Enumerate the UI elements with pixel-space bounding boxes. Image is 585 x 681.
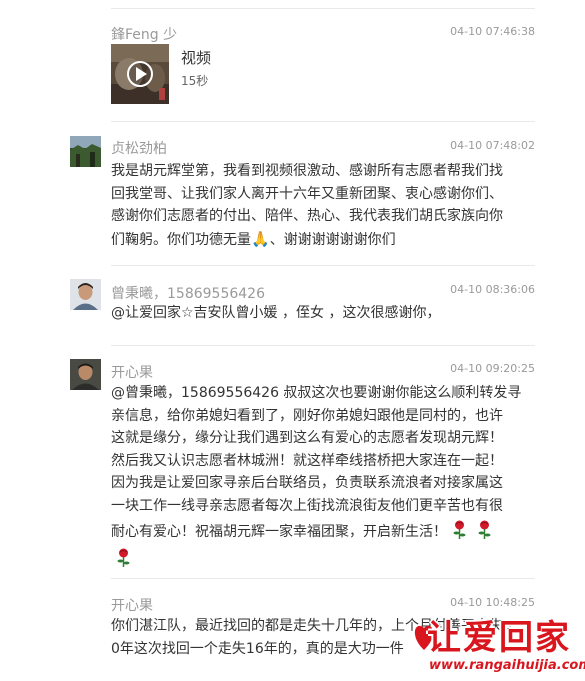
divider <box>111 345 535 346</box>
play-icon <box>127 61 153 87</box>
author-name[interactable]: 开心果 <box>111 362 153 382</box>
timestamp: 04-10 07:48:02 <box>450 139 535 152</box>
timestamp: 04-10 09:20:25 <box>450 362 535 375</box>
timestamp: 04-10 08:36:06 <box>450 283 535 296</box>
message-line: 们鞠躬。你们功德无量🙏、谢谢谢谢谢谢你们 <box>111 228 541 252</box>
author-name[interactable]: 贞松劲柏 <box>111 138 167 158</box>
avatar[interactable] <box>70 136 101 167</box>
message-line: 亲信息，给你弟媳妇看到了，刚好你弟媳妇跟他是同村的，也许 <box>111 407 503 424</box>
avatar[interactable] <box>70 279 101 310</box>
message-line: @让爱回家☆吉安队曾小媛 ，侄女 ，这次很感谢你， <box>111 305 441 321</box>
divider <box>111 265 535 266</box>
divider <box>111 578 535 579</box>
message-line <box>111 548 541 572</box>
message-line: 然后我又认识志愿者林城洲！就这样牵线搭桥把大家连在一起！ <box>111 452 503 469</box>
message-line: @曾秉曦，15869556426 叔叔这次也要谢谢你能这么顺利转发寻 <box>111 385 522 401</box>
video-thumbnail[interactable] <box>111 44 169 104</box>
message-line: 一块工作一线寻亲志愿者每次上街找流浪街友他们更辛苦也有很 <box>111 497 503 514</box>
author-name[interactable]: 曾秉曦，15869556426 <box>111 283 265 303</box>
timestamp: 04-10 07:46:38 <box>450 25 535 38</box>
watermark-url: www.rangaihuijia.com <box>429 658 585 673</box>
watermark-title: 让爱回家 <box>427 618 571 658</box>
message-line-text: 、谢谢谢谢谢谢你们 <box>269 231 396 248</box>
watermark: 让爱回家 www.rangaihuijia.com <box>413 612 585 681</box>
rose-icon <box>453 520 466 539</box>
divider <box>111 121 535 122</box>
avatar[interactable] <box>70 359 101 390</box>
timestamp: 04-10 10:48:25 <box>450 596 535 609</box>
video-title[interactable]: 视频 <box>181 47 211 68</box>
message-line: 感谢你们志愿者的付出、陪伴、热心、我代表我们胡氏家族向你 <box>111 208 503 224</box>
message-line: 我是胡元辉堂第，我看到视频很激动、感谢所有志愿者帮我们找 <box>111 163 503 179</box>
divider <box>111 8 535 9</box>
message-line: 因为我是让爱回家寻亲后台联络员，负责联系流浪者对接家属这 <box>111 475 503 491</box>
video-duration: 15秒 <box>181 74 209 88</box>
author-name[interactable]: 鋒Feng 少 <box>111 24 177 44</box>
rose-icon <box>117 548 130 567</box>
message-text: 我是胡元辉堂第，我看到视频很激动、感谢所有志愿者帮我们找 回我堂哥、让我们家人离… <box>111 160 541 251</box>
message-line-text: 耐心有爱心！祝福胡元辉一家幸福团聚，开启新生活！ <box>111 524 447 540</box>
message-line-text: 们鞠躬。你们功德无量 <box>111 231 251 248</box>
pray-emoji-icon: 🙏 <box>251 229 270 248</box>
message-line: 这就是缘分，缘分让我们遇到这么有爱心的志愿者发现胡元辉！ <box>111 430 503 446</box>
message-text: @曾秉曦，15869556426 叔叔这次也要谢谢你能这么顺利转发寻 亲信息，给… <box>111 382 541 571</box>
message-line: 回我堂哥、让我们家人离开十六年又重新团聚、衷心感谢你们、 <box>111 185 503 202</box>
message-text: @让爱回家☆吉安队曾小媛 ，侄女 ，这次很感谢你， <box>111 302 541 325</box>
message-line: 耐心有爱心！祝福胡元辉一家幸福团聚，开启新生活！ <box>111 520 541 544</box>
rose-icon <box>478 520 491 539</box>
author-name[interactable]: 开心果 <box>111 595 153 615</box>
